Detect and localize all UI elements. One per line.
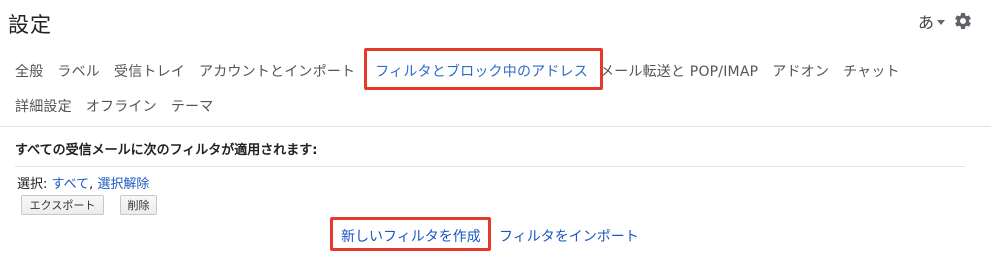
header-tools: あ	[918, 9, 973, 33]
tab-labels[interactable]: ラベル	[57, 61, 100, 81]
create-filter-link[interactable]: 新しいフィルタを作成	[341, 226, 481, 246]
tabs-divider	[0, 126, 991, 127]
delete-button[interactable]: 削除	[120, 195, 157, 215]
select-separator: ,	[89, 177, 94, 192]
tab-forwarding-pop-imap[interactable]: メール転送と POP/IMAP	[600, 61, 758, 81]
select-all-link[interactable]: すべて	[52, 177, 90, 192]
tab-chat[interactable]: チャット	[843, 61, 900, 81]
page-title: 設定	[8, 13, 52, 37]
tab-advanced[interactable]: 詳細設定	[15, 96, 72, 116]
section-divider	[15, 166, 965, 167]
export-button[interactable]: エクスポート	[21, 195, 104, 215]
tab-inbox[interactable]: 受信トレイ	[114, 61, 185, 81]
filters-heading: すべての受信メールに次のフィルタが適用されます:	[15, 143, 318, 158]
selection-controls: 選択: すべて, 選択解除	[17, 173, 149, 192]
tab-addons[interactable]: アドオン	[772, 61, 829, 81]
settings-tabs-row-2: 詳細設定 オフライン テーマ	[15, 95, 227, 117]
deselect-link[interactable]: 選択解除	[97, 177, 149, 192]
tab-general[interactable]: 全般	[15, 61, 43, 81]
tab-accounts-import[interactable]: アカウントとインポート	[199, 61, 355, 81]
tab-filters-blocked[interactable]: フィルタとブロック中のアドレス	[369, 61, 594, 89]
chevron-down-icon	[937, 19, 945, 25]
gear-icon[interactable]	[953, 11, 973, 31]
input-tools-label: あ	[917, 13, 934, 32]
tab-offline[interactable]: オフライン	[86, 96, 157, 116]
tab-themes[interactable]: テーマ	[171, 96, 214, 116]
import-filter-link[interactable]: フィルタをインポート	[499, 226, 639, 246]
settings-tabs-row-1: 全般 ラベル 受信トレイ アカウントとインポート フィルタとブロック中のアドレス…	[15, 56, 914, 89]
input-tools-button[interactable]: あ	[918, 9, 945, 33]
select-label: 選択:	[17, 177, 48, 192]
